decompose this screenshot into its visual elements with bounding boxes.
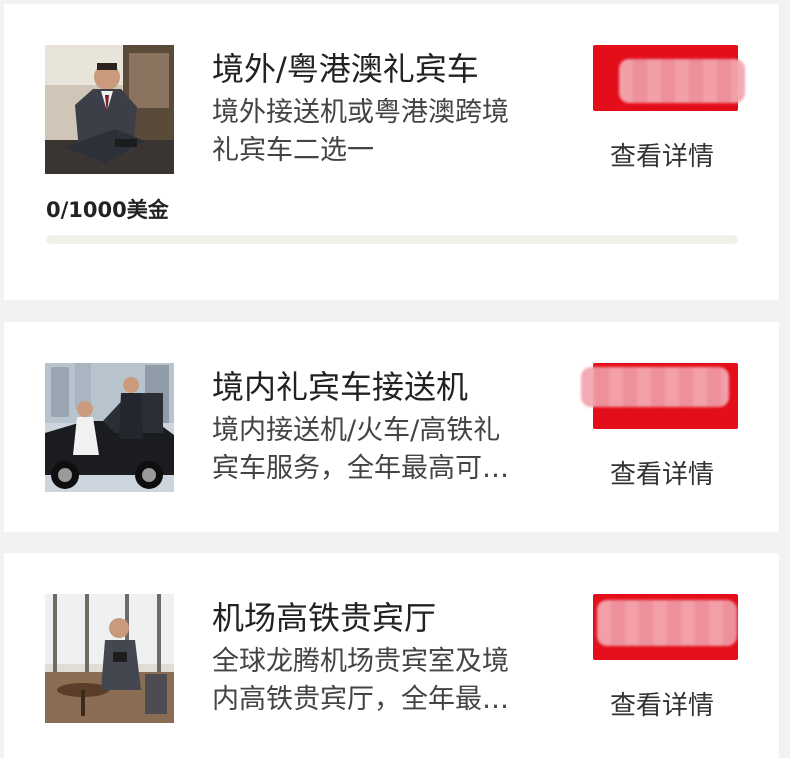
thumbnail-chauffeur-and-car [45, 363, 174, 492]
view-details-link[interactable]: 查看详情 [610, 136, 714, 173]
quota-progress-bar [46, 235, 738, 244]
benefit-title: 境外/粤港澳礼宾车 [212, 50, 479, 88]
blurred-label [597, 600, 737, 646]
benefit-card-vip-lounge[interactable]: 机场高铁贵宾厅 全球龙腾机场贵宾室及境 内高铁贵宾厅，全年最… 查看详情 [4, 553, 779, 758]
benefit-title: 境内礼宾车接送机 [212, 368, 469, 406]
benefit-description-line: 境外接送机或粤港澳跨境 [212, 97, 509, 128]
benefit-card-domestic-limo[interactable]: 境内礼宾车接送机 境内接送机/火车/高铁礼 宾车服务，全年最高可… 查看详情 [4, 322, 779, 532]
benefit-title: 机场高铁贵宾厅 [212, 599, 437, 637]
thumbnail-man-in-lounge [45, 594, 174, 723]
redeem-button[interactable] [581, 363, 738, 429]
view-details-link[interactable]: 查看详情 [610, 685, 714, 722]
thumbnail-businessman-in-car [45, 45, 174, 174]
benefit-description-line: 宾车服务，全年最高可… [212, 453, 509, 484]
blurred-label [619, 59, 745, 103]
quota-progress-text: 0/1000美金 [46, 198, 169, 222]
benefit-description: 境内接送机/火车/高铁礼 宾车服务，全年最高可… [212, 412, 552, 488]
benefit-description-line: 全球龙腾机场贵宾室及境 [212, 646, 509, 677]
blurred-label [581, 367, 729, 407]
benefit-description-line: 境内接送机/火车/高铁礼 [212, 415, 501, 446]
benefit-card-overseas-limo[interactable]: 境外/粤港澳礼宾车 境外接送机或粤港澳跨境 礼宾车二选一 查看详情 0/1000… [4, 4, 779, 300]
redeem-button[interactable] [593, 45, 745, 111]
benefit-description-line: 礼宾车二选一 [212, 135, 374, 166]
redeem-button[interactable] [593, 594, 738, 660]
benefit-description: 境外接送机或粤港澳跨境 礼宾车二选一 [212, 94, 552, 170]
benefit-description: 全球龙腾机场贵宾室及境 内高铁贵宾厅，全年最… [212, 643, 552, 719]
view-details-link[interactable]: 查看详情 [610, 454, 714, 491]
benefit-description-line: 内高铁贵宾厅，全年最… [212, 684, 509, 715]
